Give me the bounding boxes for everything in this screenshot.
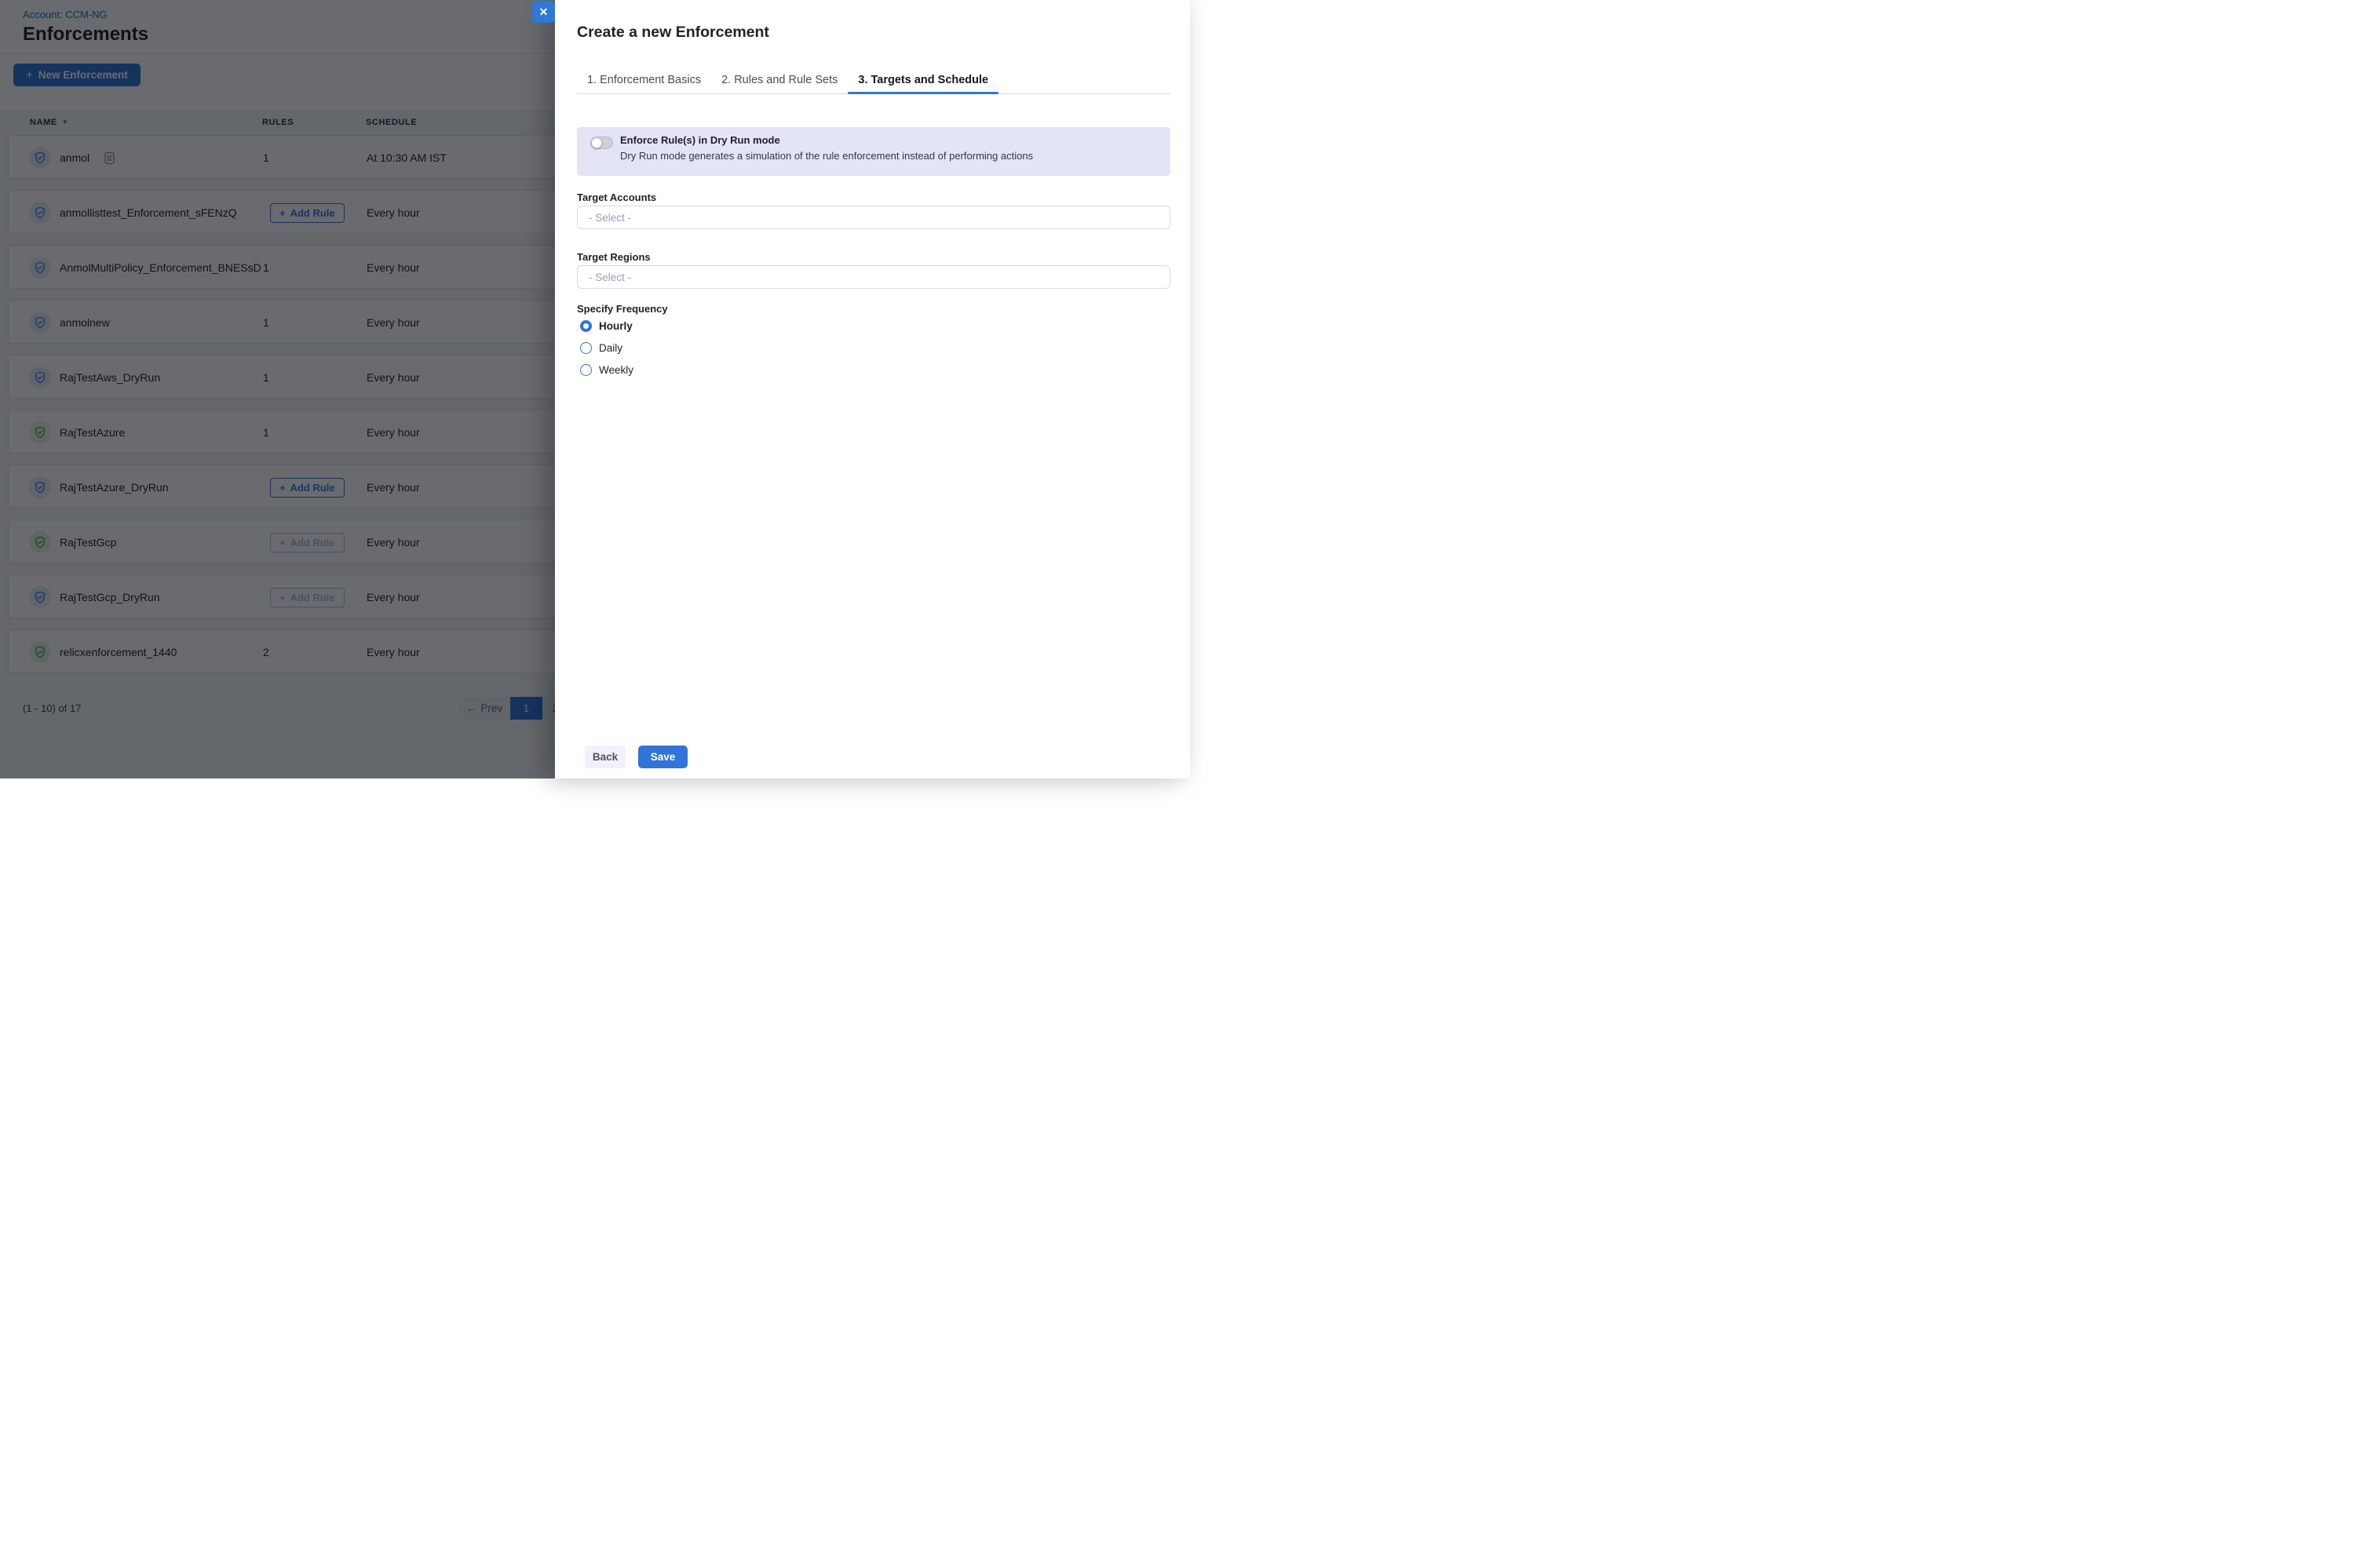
frequency-radio-group: Hourly Daily Weekly — [580, 320, 633, 386]
back-button[interactable]: Back — [585, 746, 626, 768]
frequency-option-weekly[interactable]: Weekly — [580, 364, 633, 376]
dry-run-title: Enforce Rule(s) in Dry Run mode — [620, 134, 780, 146]
radio-unchecked-icon — [580, 364, 592, 376]
save-button[interactable]: Save — [638, 746, 688, 768]
toggle-knob — [591, 137, 602, 148]
specify-frequency-label: Specify Frequency — [577, 303, 668, 315]
radio-unchecked-icon — [580, 342, 592, 354]
dry-run-description: Dry Run mode generates a simulation of t… — [620, 150, 1033, 162]
tab-2-rules-and-rule-sets[interactable]: 2. Rules and Rule Sets — [711, 67, 848, 93]
frequency-option-daily[interactable]: Daily — [580, 342, 633, 354]
target-accounts-label: Target Accounts — [577, 191, 656, 203]
target-regions-select[interactable] — [577, 265, 1170, 289]
close-icon: ✕ — [539, 6, 549, 17]
target-accounts-select[interactable] — [577, 206, 1170, 229]
frequency-option-label: Weekly — [599, 364, 633, 376]
drawer-tabs: 1. Enforcement Basics2. Rules and Rule S… — [577, 67, 1170, 94]
dry-run-banner: Enforce Rule(s) in Dry Run mode Dry Run … — [577, 127, 1170, 176]
drawer-title: Create a new Enforcement — [577, 24, 769, 42]
dry-run-toggle[interactable] — [590, 137, 613, 149]
frequency-option-hourly[interactable]: Hourly — [580, 320, 633, 332]
target-regions-label: Target Regions — [577, 251, 651, 263]
tab-3-targets-and-schedule[interactable]: 3. Targets and Schedule — [848, 67, 998, 93]
tab-1-enforcement-basics[interactable]: 1. Enforcement Basics — [577, 67, 711, 93]
drawer-close-button[interactable]: ✕ — [532, 1, 555, 23]
radio-checked-icon — [580, 320, 592, 332]
modal-dim-overlay — [0, 0, 556, 778]
create-enforcement-drawer: Create a new Enforcement 1. Enforcement … — [555, 0, 1190, 778]
frequency-option-label: Daily — [599, 342, 622, 354]
frequency-option-label: Hourly — [599, 320, 633, 332]
